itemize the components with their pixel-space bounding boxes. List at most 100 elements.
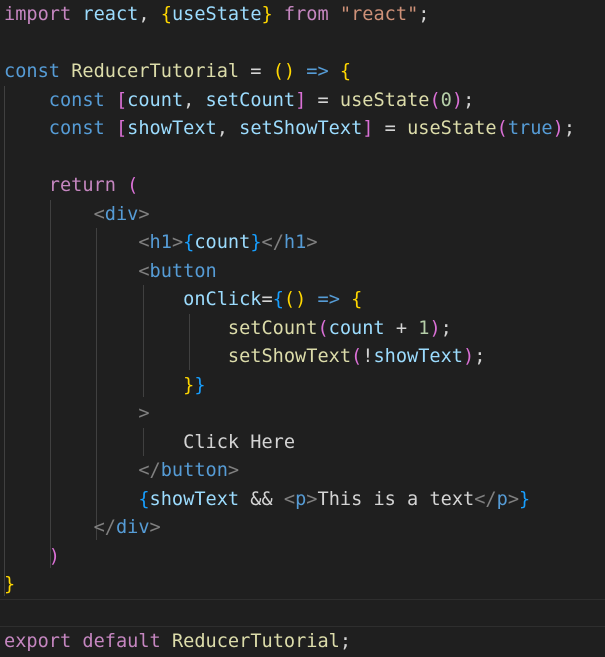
code-token: h1 — [149, 232, 172, 253]
code-line[interactable]: > — [4, 400, 149, 429]
code-line[interactable]: <div> — [4, 201, 150, 230]
code-token: const — [48, 89, 105, 111]
code-token: ! — [362, 346, 374, 367]
code-token: ; — [474, 346, 486, 367]
code-token: ( — [496, 118, 508, 139]
code-token: setShowText — [227, 346, 352, 367]
code-token: } — [194, 374, 206, 396]
code-token: < — [283, 488, 296, 510]
code-token: ReducerTutorial — [71, 61, 240, 82]
code-line[interactable]: </div> — [4, 514, 161, 543]
code-token: showText — [149, 488, 240, 510]
code-token: </ — [93, 517, 116, 538]
code-line[interactable]: <button — [4, 258, 217, 287]
code-token: ( — [127, 175, 139, 196]
code-token: () — [283, 289, 307, 310]
code-token: , — [216, 118, 240, 139]
code-token: p — [496, 488, 508, 510]
code-token: ( — [317, 317, 329, 339]
code-token: = — [261, 289, 273, 310]
code-line[interactable]: import react, {useState} from "react"; — [4, 1, 429, 30]
code-token: button — [160, 460, 228, 481]
code-token: useState — [171, 4, 262, 25]
code-line[interactable]: onClick={() => { — [4, 286, 362, 315]
code-token: setCount — [227, 317, 318, 339]
code-token: ; — [339, 631, 352, 652]
code-line[interactable]: export default ReducerTutorial; — [4, 628, 351, 657]
code-token: react — [82, 4, 139, 25]
code-token: ReducerTutorial — [171, 631, 340, 652]
code-token: { — [351, 289, 363, 310]
code-token: ( — [429, 89, 441, 111]
code-token: { — [160, 4, 172, 25]
code-token: > — [149, 517, 161, 538]
code-token: 1 — [418, 317, 430, 339]
code-token: < — [138, 260, 150, 282]
code-token: useState — [407, 118, 497, 139]
code-token: ) — [552, 118, 564, 139]
code-line[interactable]: {showText && <p>This is a text</p>} — [4, 486, 530, 515]
code-token: && — [239, 488, 284, 510]
code-token: const — [4, 61, 60, 82]
code-token: div — [115, 517, 150, 538]
code-token: => — [306, 61, 329, 82]
code-token: [ — [115, 118, 128, 139]
code-token: count — [194, 232, 251, 253]
code-line[interactable]: const [count, setCount] = useState(0); — [4, 87, 475, 116]
code-token: ) — [463, 346, 475, 367]
code-token: button — [149, 260, 217, 282]
code-line[interactable]: const ReducerTutorial = () => { — [4, 58, 351, 87]
code-token: export — [4, 631, 72, 652]
code-token: </ — [261, 232, 284, 253]
code-token: } — [519, 488, 531, 510]
code-line[interactable]: ) — [4, 543, 60, 572]
code-editor[interactable]: import react, {useState} from "react"; co… — [0, 0, 605, 657]
code-token: > — [138, 203, 150, 225]
code-token: from — [283, 4, 329, 25]
code-token: < — [138, 232, 150, 253]
code-token: const — [48, 118, 105, 139]
code-token: true — [507, 118, 553, 139]
code-token: ) — [429, 317, 441, 339]
code-token: > — [227, 460, 240, 481]
code-token: count — [127, 89, 184, 111]
code-token: count — [328, 317, 385, 339]
code-token: ( — [351, 346, 363, 367]
code-token: = — [373, 118, 408, 139]
code-token: [ — [115, 89, 128, 111]
code-line[interactable]: const [showText, setShowText] = useState… — [4, 115, 575, 144]
code-token: < — [93, 203, 105, 225]
code-token: Click Here — [183, 431, 296, 453]
code-token: > — [306, 232, 318, 253]
code-line[interactable]: Click Here — [4, 429, 295, 458]
code-line[interactable]: <h1>{count}</h1> — [4, 229, 318, 258]
code-line[interactable]: } — [4, 571, 15, 600]
code-token: p — [295, 488, 307, 510]
code-token: ; — [463, 89, 475, 111]
code-token: import — [4, 4, 72, 25]
code-line[interactable]: setCount(count + 1); — [4, 315, 452, 344]
code-token: => — [317, 289, 340, 310]
code-line[interactable]: }} — [4, 372, 206, 401]
code-token: showText — [373, 346, 463, 367]
code-token: div — [104, 203, 139, 225]
code-line[interactable]: return ( — [4, 172, 139, 201]
code-token: } — [4, 574, 16, 595]
code-line[interactable]: </button> — [4, 457, 239, 486]
code-line[interactable]: setShowText(!showText); — [4, 343, 486, 372]
code-token: = — [306, 89, 340, 111]
